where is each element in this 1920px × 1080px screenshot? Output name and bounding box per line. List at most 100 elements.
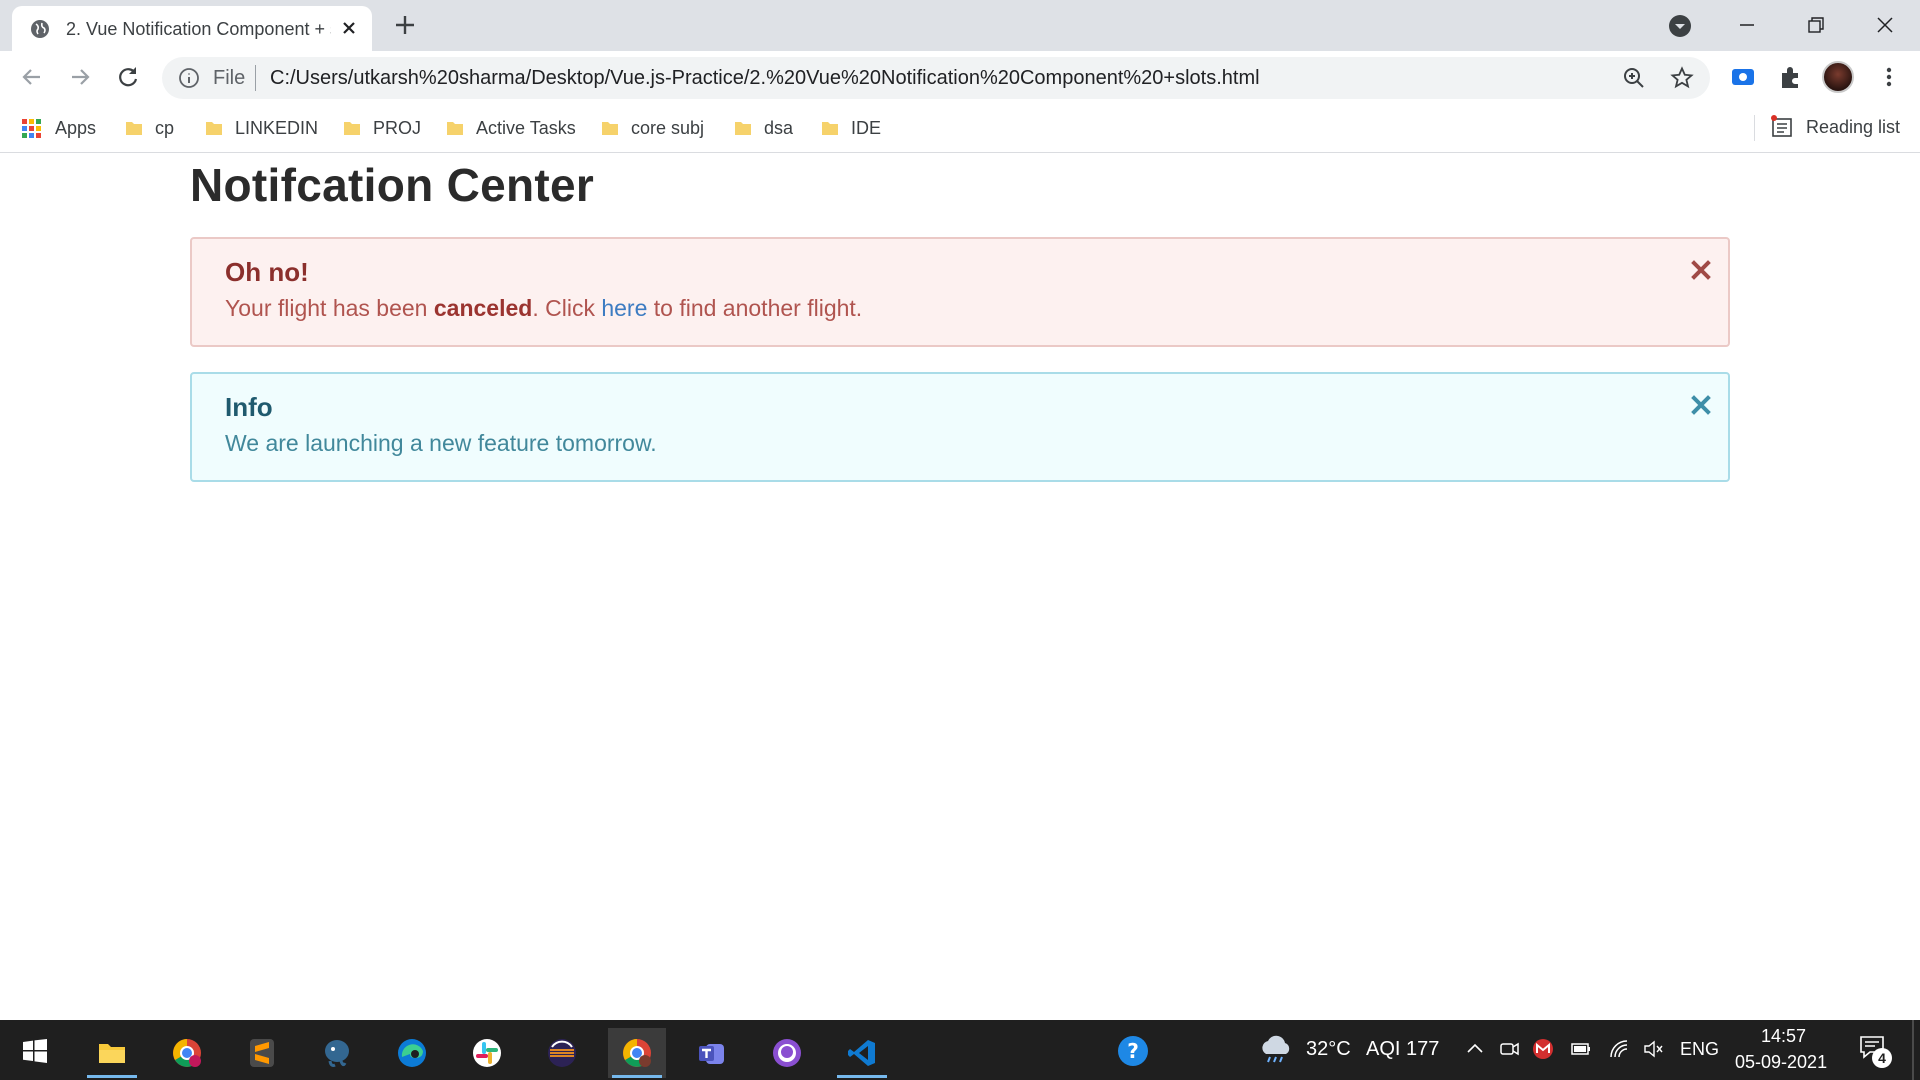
weather-temperature[interactable]: 32°C	[1306, 1038, 1351, 1061]
sublime-text-icon	[250, 1039, 274, 1067]
find-flight-link[interactable]: here	[601, 295, 647, 321]
bookmark-folder-cp[interactable]: cp	[125, 115, 174, 141]
browser-toolbar: File C:/Users/utkarsh%20sharma/Desktop/V…	[0, 51, 1920, 103]
page-title: Notifcation Center	[190, 159, 595, 211]
alert-message: We are launching a new feature tomorrow.	[225, 430, 657, 456]
tab-close-icon[interactable]	[338, 17, 360, 39]
edge-icon	[398, 1039, 426, 1067]
folder-icon	[447, 122, 463, 135]
bookmark-folder-linkedin[interactable]: LINKEDIN	[205, 115, 318, 141]
alert-emphasis: canceled	[433, 295, 533, 321]
address-bar[interactable]: File C:/Users/utkarsh%20sharma/Desktop/V…	[162, 57, 1710, 99]
svg-text:?: ?	[1127, 1039, 1139, 1063]
vscode-icon	[848, 1040, 875, 1066]
bookmark-label: Active Tasks	[476, 117, 576, 138]
bookmark-apps[interactable]: Apps	[22, 115, 96, 141]
action-center-button[interactable]: 4	[1858, 1034, 1892, 1068]
wifi-icon[interactable]	[1608, 1038, 1630, 1060]
folder-icon	[344, 122, 360, 135]
teams-icon	[699, 1044, 724, 1064]
help-icon[interactable]: ?	[1116, 1034, 1150, 1068]
extensions-puzzle-icon[interactable]	[1778, 64, 1804, 90]
minimize-icon[interactable]	[1732, 10, 1762, 40]
bookmark-star-icon[interactable]	[1670, 66, 1694, 90]
back-arrow-icon[interactable]	[18, 63, 46, 91]
folder-icon	[735, 122, 751, 135]
bookmark-folder-ide[interactable]: IDE	[821, 115, 881, 141]
alert-text: to find another flight.	[647, 295, 863, 321]
volume-muted-icon[interactable]	[1642, 1038, 1664, 1060]
weather-aqi[interactable]: AQI 177	[1366, 1038, 1439, 1061]
tab-search-chevron-icon[interactable]	[1666, 12, 1694, 40]
windows-start-icon[interactable]	[22, 1038, 48, 1064]
bookmark-label: core subj	[631, 117, 705, 138]
tab-title: 2. Vue Notification Component + slots	[66, 19, 331, 39]
antivirus-shield-icon[interactable]	[1532, 1038, 1554, 1060]
alert-title: Oh no!	[225, 257, 309, 287]
taskbar-github-desktop[interactable]	[758, 1028, 816, 1078]
reading-list-label: Reading list	[1806, 116, 1901, 137]
bookmark-label: PROJ	[373, 117, 422, 138]
close-icon[interactable]	[1690, 394, 1712, 416]
omnibox-divider	[255, 65, 256, 91]
folder-icon	[99, 1044, 125, 1063]
battery-icon[interactable]	[1570, 1038, 1592, 1060]
running-indicator	[612, 1075, 662, 1078]
clock-time[interactable]: 14:57	[1761, 1026, 1806, 1047]
windows-taskbar: ? 32°C AQI 177 ENG 14:57 05-09-2021 4	[0, 1020, 1920, 1080]
taskbar-eclipse[interactable]	[533, 1028, 591, 1078]
reading-list-button[interactable]: Reading list	[1770, 115, 1900, 139]
github-icon	[773, 1039, 801, 1067]
eclipse-icon	[548, 1039, 576, 1067]
show-desktop-strip[interactable]	[1912, 1020, 1914, 1080]
running-indicator	[87, 1075, 137, 1078]
screen-capture-extension-icon[interactable]	[1730, 64, 1756, 90]
running-indicator	[837, 1075, 887, 1078]
alert-message: Your flight has been canceled. Click her…	[225, 295, 862, 322]
folder-icon	[206, 122, 222, 135]
restore-icon[interactable]	[1801, 10, 1831, 40]
bookmark-folder-active-tasks[interactable]: Active Tasks	[446, 115, 576, 141]
taskbar-sublime-text[interactable]	[233, 1028, 291, 1078]
meet-now-icon[interactable]	[1498, 1038, 1520, 1060]
alert-text: Your flight has been	[225, 295, 434, 321]
chevron-up-icon[interactable]	[1464, 1038, 1486, 1060]
taskbar-chrome-active[interactable]	[608, 1028, 666, 1078]
profile-avatar[interactable]	[1822, 61, 1854, 93]
reading-list-icon	[1771, 115, 1792, 137]
forward-arrow-icon[interactable]	[66, 63, 94, 91]
bookmark-folder-dsa[interactable]: dsa	[734, 115, 793, 141]
chrome-icon	[623, 1039, 651, 1067]
taskbar-edge[interactable]	[383, 1028, 441, 1078]
notification-count-badge: 4	[1872, 1048, 1892, 1068]
folder-icon	[822, 122, 838, 135]
browser-menu-kebab-icon[interactable]	[1876, 64, 1902, 90]
taskbar-teams[interactable]	[683, 1028, 741, 1078]
url-scheme-label: File	[213, 67, 246, 89]
browser-tab-active[interactable]: 2. Vue Notification Component + slots	[12, 6, 372, 51]
bookmark-folder-proj[interactable]: PROJ	[343, 115, 421, 141]
folder-icon	[126, 122, 142, 135]
zoom-icon[interactable]	[1622, 66, 1646, 90]
taskbar-postgresql[interactable]	[308, 1028, 366, 1078]
bookmark-folder-core-subj[interactable]: core subj	[601, 115, 704, 141]
url-text[interactable]: C:/Users/utkarsh%20sharma/Desktop/Vue.js…	[270, 67, 1260, 90]
reload-icon[interactable]	[114, 63, 142, 91]
input-language[interactable]: ENG	[1680, 1039, 1719, 1060]
clock-date[interactable]: 05-09-2021	[1735, 1052, 1827, 1073]
bookmark-label: Apps	[55, 117, 97, 138]
taskbar-vscode[interactable]	[833, 1028, 891, 1078]
alert-info: Info We are launching a new feature tomo…	[190, 372, 1730, 482]
globe-icon	[31, 20, 49, 38]
taskbar-slack[interactable]	[458, 1028, 516, 1078]
window-close-icon[interactable]	[1870, 10, 1900, 40]
new-tab-plus-icon[interactable]	[392, 12, 418, 38]
bookmark-label: cp	[155, 117, 175, 138]
site-info-icon[interactable]	[178, 67, 200, 89]
alert-danger: Oh no! Your flight has been canceled. Cl…	[190, 237, 1730, 347]
taskbar-chrome-profile[interactable]	[158, 1028, 216, 1078]
bookmarks-divider	[1754, 115, 1755, 141]
chrome-icon	[173, 1039, 201, 1067]
close-icon[interactable]	[1690, 259, 1712, 281]
taskbar-file-explorer[interactable]	[83, 1028, 141, 1078]
